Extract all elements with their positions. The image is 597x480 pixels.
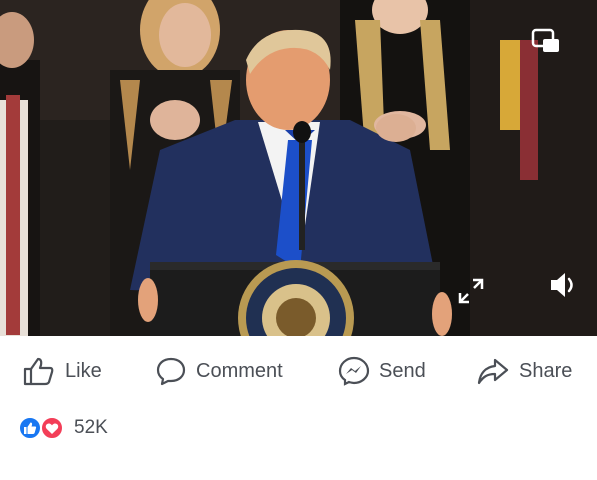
volume-icon[interactable] bbox=[544, 266, 582, 304]
picture-in-picture-icon[interactable] bbox=[528, 26, 564, 56]
video-frame bbox=[0, 0, 597, 336]
reaction-count: 52K bbox=[74, 417, 108, 438]
reaction-summary[interactable]: 52K bbox=[18, 414, 108, 442]
messenger-icon bbox=[338, 356, 370, 386]
like-label: Like bbox=[65, 359, 102, 382]
comment-label: Comment bbox=[196, 359, 283, 382]
video-player[interactable] bbox=[0, 0, 597, 336]
send-label: Send bbox=[379, 359, 426, 382]
share-button[interactable]: Share bbox=[476, 353, 572, 389]
reaction-icons bbox=[18, 415, 70, 441]
like-button[interactable]: Like bbox=[22, 353, 102, 389]
post-action-bar: Like Comment Send Share bbox=[0, 336, 597, 408]
share-label: Share bbox=[519, 359, 573, 382]
like-reaction-icon bbox=[18, 416, 42, 440]
share-arrow-icon bbox=[477, 358, 509, 385]
expand-icon[interactable] bbox=[454, 274, 488, 308]
love-reaction-icon bbox=[40, 416, 64, 440]
send-button[interactable]: Send bbox=[338, 353, 426, 389]
comment-icon bbox=[156, 357, 186, 386]
comment-button[interactable]: Comment bbox=[155, 353, 283, 389]
thumbs-up-icon bbox=[23, 357, 54, 386]
